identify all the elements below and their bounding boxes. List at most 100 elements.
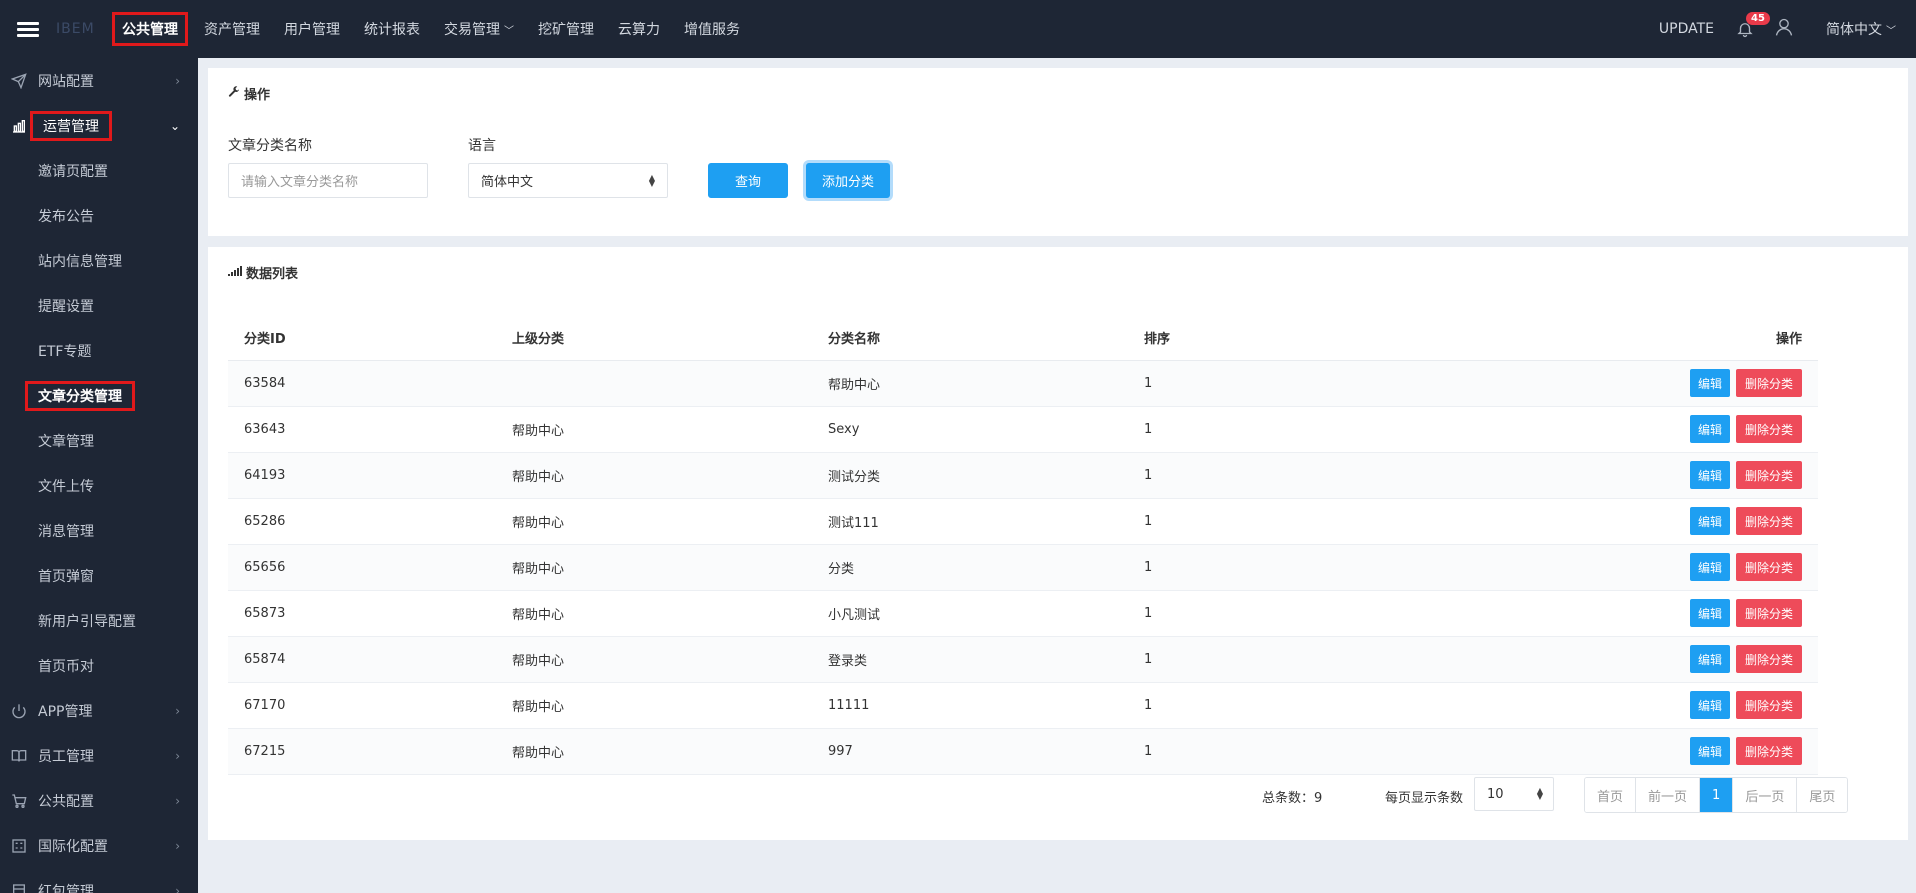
col-category-name: 分类名称 — [812, 315, 1128, 361]
cell-actions: 编辑 删除分类 — [1528, 544, 1818, 591]
col-sort: 排序 — [1128, 315, 1528, 361]
cell-parent-category: 帮助中心 — [496, 682, 812, 729]
cell-sort: 1 — [1128, 590, 1528, 637]
update-link[interactable]: UPDATE — [1659, 21, 1714, 37]
edit-button[interactable]: 编辑 — [1690, 369, 1730, 397]
sidebar-item-redpacket[interactable]: 红包管理 › — [0, 868, 198, 893]
delete-category-button[interactable]: 删除分类 — [1736, 415, 1802, 443]
cell-category-id: 65286 — [228, 498, 496, 545]
sidebar-item-website-config[interactable]: 网站配置 › — [0, 58, 198, 103]
chevron-down-icon: ﹀ — [1886, 26, 1896, 37]
send-icon — [10, 72, 28, 90]
edit-button[interactable]: 编辑 — [1690, 461, 1730, 489]
prev-page-button[interactable]: 前一页 — [1636, 778, 1701, 812]
sidebar-sub-home-popup[interactable]: 首页弹窗 — [0, 553, 198, 598]
nav-asset-mgmt[interactable]: 资产管理 — [192, 0, 272, 58]
sidebar-item-operations[interactable]: 运营管理 ⌄ — [0, 103, 198, 148]
first-page-button[interactable]: 首页 — [1585, 778, 1637, 812]
add-category-button[interactable]: 添加分类 — [806, 163, 890, 198]
sidebar-sub-etf[interactable]: ETF专题 — [0, 328, 198, 373]
sidebar-item-app-mgmt[interactable]: APP管理 › — [0, 688, 198, 733]
sidebar-sub-article-category[interactable]: 文章分类管理 — [0, 373, 198, 418]
edit-button[interactable]: 编辑 — [1690, 737, 1730, 765]
nav-trade-mgmt[interactable]: 交易管理 ﹀ — [432, 0, 526, 58]
category-name-label: 文章分类名称 — [228, 138, 312, 154]
cell-category-name: 小凡测试 — [812, 590, 1128, 637]
sidebar-sub-site-messages[interactable]: 站内信息管理 — [0, 238, 198, 283]
table-row: 65286 帮助中心 测试111 1 编辑 删除分类 — [228, 498, 1818, 545]
delete-category-button[interactable]: 删除分类 — [1736, 691, 1802, 719]
cell-category-id: 65874 — [228, 636, 496, 683]
language-select[interactable]: 简体中文 ▲ ▼ — [468, 163, 668, 198]
table-row: 64193 帮助中心 测试分类 1 编辑 删除分类 — [228, 452, 1818, 499]
cart-icon — [10, 792, 28, 810]
sidebar-sub-invite-page[interactable]: 邀请页配置 — [0, 148, 198, 193]
chevron-right-icon: › — [175, 748, 180, 763]
nav-cloud-power[interactable]: 云算力 — [606, 0, 672, 58]
sidebar-sub-messages[interactable]: 消息管理 — [0, 508, 198, 553]
edit-button[interactable]: 编辑 — [1690, 691, 1730, 719]
sidebar-sub-articles[interactable]: 文章管理 — [0, 418, 198, 463]
per-page-select[interactable]: 10 ▲ ▼ — [1474, 777, 1554, 811]
language-label: 简体中文 — [1826, 22, 1882, 38]
nav-public-mgmt[interactable]: 公共管理 — [112, 12, 188, 46]
cell-category-id: 64193 — [228, 452, 496, 499]
cell-category-id: 67170 — [228, 682, 496, 729]
last-page-button[interactable]: 尾页 — [1797, 778, 1848, 812]
nav-trade-mgmt-label: 交易管理 — [444, 22, 500, 38]
nav-mining-mgmt[interactable]: 挖矿管理 — [526, 0, 606, 58]
cell-category-id: 65873 — [228, 590, 496, 637]
delete-category-button[interactable]: 删除分类 — [1736, 645, 1802, 673]
user-icon[interactable] — [1774, 17, 1794, 41]
nav-user-mgmt[interactable]: 用户管理 — [272, 0, 352, 58]
cell-actions: 编辑 删除分类 — [1528, 590, 1818, 637]
cell-actions: 编辑 删除分类 — [1528, 360, 1818, 407]
nav-stats-report[interactable]: 统计报表 — [352, 0, 432, 58]
col-actions: 操作 — [1528, 315, 1818, 361]
sidebar-sub-home-pairs[interactable]: 首页币对 — [0, 643, 198, 688]
delete-category-button[interactable]: 删除分类 — [1736, 553, 1802, 581]
sidebar-sub-new-user-guide[interactable]: 新用户引导配置 — [0, 598, 198, 643]
cell-actions: 编辑 删除分类 — [1528, 498, 1818, 545]
edit-button[interactable]: 编辑 — [1690, 645, 1730, 673]
chevron-right-icon: › — [175, 838, 180, 853]
query-button[interactable]: 查询 — [708, 163, 788, 198]
sidebar-item-staff-mgmt[interactable]: 员工管理 › — [0, 733, 198, 778]
cell-sort: 1 — [1128, 636, 1528, 683]
edit-button[interactable]: 编辑 — [1690, 415, 1730, 443]
edit-button[interactable]: 编辑 — [1690, 599, 1730, 627]
category-name-input[interactable]: 请输入文章分类名称 — [228, 163, 428, 198]
gift-icon — [10, 882, 28, 893]
cell-category-id: 63584 — [228, 360, 496, 407]
edit-button[interactable]: 编辑 — [1690, 553, 1730, 581]
nav-value-added[interactable]: 增值服务 — [672, 0, 752, 58]
sidebar-sub-file-upload[interactable]: 文件上传 — [0, 463, 198, 508]
bell-icon[interactable]: 45 — [1736, 12, 1770, 40]
language-switcher[interactable]: 简体中文 ﹀ — [1826, 19, 1896, 39]
sidebar-sub-announcement[interactable]: 发布公告 — [0, 193, 198, 238]
sidebar-item-i18n-config[interactable]: 国际化配置 › — [0, 823, 198, 868]
cell-sort: 1 — [1128, 406, 1528, 453]
next-page-button[interactable]: 后一页 — [1733, 778, 1798, 812]
page-1-button[interactable]: 1 — [1700, 778, 1734, 812]
cell-category-name: Sexy — [812, 406, 1128, 453]
cell-category-id: 63643 — [228, 406, 496, 453]
top-nav: 公共管理 资产管理 用户管理 统计报表 交易管理 ﹀ 挖矿管理 云算力 增值服务 — [112, 0, 752, 58]
cell-actions: 编辑 删除分类 — [1528, 406, 1818, 453]
sidebar-item-public-config[interactable]: 公共配置 › — [0, 778, 198, 823]
delete-category-button[interactable]: 删除分类 — [1736, 599, 1802, 627]
sidebar-sub-reminders[interactable]: 提醒设置 — [0, 283, 198, 328]
chevron-right-icon: › — [175, 883, 180, 893]
book-icon — [10, 747, 28, 765]
pagination-bar: 总条数：9 每页显示条数 10 ▲ ▼ 首页 前一页 1 后一页 尾页 — [208, 777, 1908, 813]
top-bar: IBEM 公共管理 资产管理 用户管理 统计报表 交易管理 ﹀ 挖矿管理 云算力… — [0, 0, 1916, 58]
delete-category-button[interactable]: 删除分类 — [1736, 461, 1802, 489]
cell-parent-category: 帮助中心 — [496, 406, 812, 453]
delete-category-button[interactable]: 删除分类 — [1736, 369, 1802, 397]
table-row: 63584 帮助中心 1 编辑 删除分类 — [228, 360, 1818, 407]
sidebar-item-label: 运营管理 — [30, 110, 112, 141]
delete-category-button[interactable]: 删除分类 — [1736, 737, 1802, 765]
delete-category-button[interactable]: 删除分类 — [1736, 507, 1802, 535]
edit-button[interactable]: 编辑 — [1690, 507, 1730, 535]
menu-toggle-icon[interactable] — [0, 0, 56, 58]
